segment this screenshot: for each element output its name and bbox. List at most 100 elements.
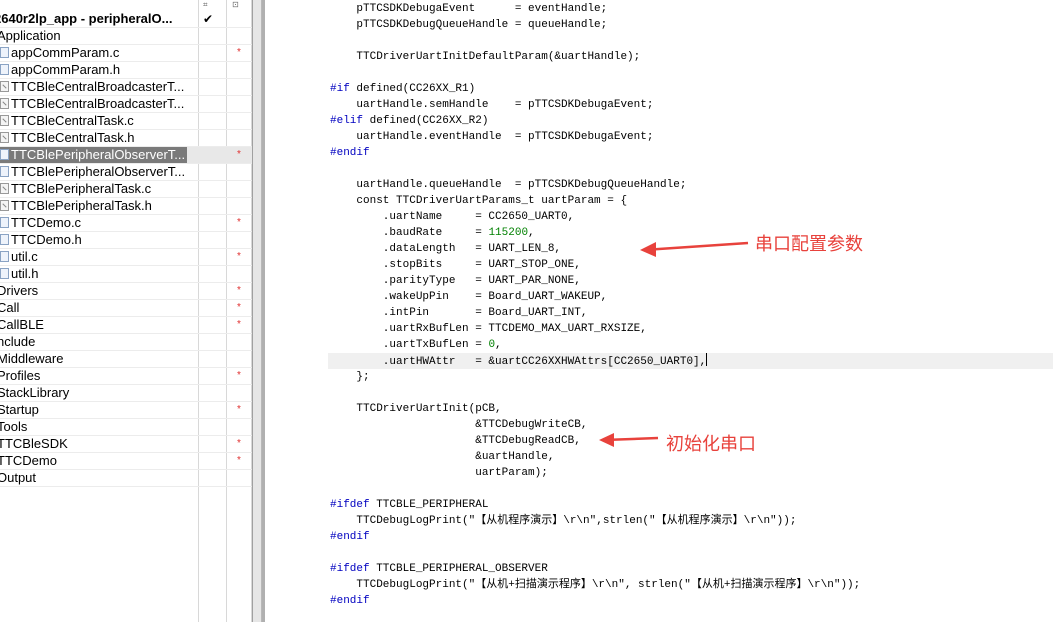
code-line[interactable]: 282#endif <box>328 529 1053 545</box>
code-line[interactable]: 268 .intPin = Board_UART_INT, <box>328 305 1053 321</box>
tree-row[interactable]: TTCBlePeripheralTask.c <box>0 181 252 198</box>
splitter[interactable] <box>252 0 262 622</box>
tree-row[interactable]: util.c * <box>0 249 252 266</box>
code-text: .uartRxBufLen = TTCDEMO_MAX_UART_RXSIZE, <box>330 323 647 335</box>
tree-row[interactable]: TTCBleCentralTask.c <box>0 113 252 130</box>
code-text: .parityType = UART_PAR_NONE, <box>330 275 581 287</box>
code-line[interactable]: 251 <box>328 33 1053 49</box>
file-icon <box>0 166 9 177</box>
tree-row[interactable]: TTCBleCentralTask.h <box>0 130 252 147</box>
code-line[interactable]: 285 TTCDebugLogPrint("【从机+扫描演示程序】\r\n", … <box>328 577 1053 593</box>
tree-row[interactable]: TTCBlePeripheralTask.h <box>0 198 252 215</box>
tree-row-text: Drivers <box>0 283 39 298</box>
code-line[interactable]: 286#endif <box>328 593 1053 609</box>
tree-row[interactable]: TTCBlePeripheralObserverT... <box>0 164 252 181</box>
code-line[interactable]: 278 uartParam); <box>328 465 1053 481</box>
code-text: &uartHandle, <box>330 451 555 463</box>
tree-row-label: StackLibrary <box>0 385 71 401</box>
tree-row[interactable]: Drivers * <box>0 283 252 300</box>
tree-row-text: TTCDemo <box>0 453 57 468</box>
code-line[interactable]: 266 .parityType = UART_PAR_NONE, <box>328 273 1053 289</box>
code-line[interactable]: 260 uartHandle.queueHandle = pTTCSDKDebu… <box>328 177 1053 193</box>
code-line[interactable]: 284#ifdef TTCBLE_PERIPHERAL_OBSERVER <box>328 561 1053 577</box>
code-line[interactable]: 256#elif defined(CC26XX_R2) <box>328 113 1053 129</box>
tree-row-label: TTCDemo <box>0 453 59 469</box>
code-line[interactable]: 252 TTCDriverUartInitDefaultParam(&uartH… <box>328 49 1053 65</box>
tree-row[interactable]: StackLibrary <box>0 385 252 402</box>
code-text: .uartTxBufLen = 0, <box>330 339 502 351</box>
tree-row[interactable]: 2640r2lp_app - peripheralO... ✔ <box>0 11 252 28</box>
code-editor[interactable]: 249 pTTCSDKDebugaEvent = eventHandle;250… <box>328 0 1053 622</box>
code-line[interactable]: 271 .uartHWAttr = &uartCC26XXHWAttrs[CC2… <box>328 353 1053 369</box>
code-line[interactable]: 261 const TTCDriverUartParams_t uartPara… <box>328 193 1053 209</box>
code-line[interactable]: 279 <box>328 481 1053 497</box>
modified-marker: * <box>237 370 241 381</box>
tree-row[interactable]: appCommParam.c * <box>0 45 252 62</box>
tree-row[interactable]: Middleware <box>0 351 252 368</box>
code-line[interactable]: 255 uartHandle.semHandle = pTTCSDKDebuga… <box>328 97 1053 113</box>
code-line[interactable]: 258#endif <box>328 145 1053 161</box>
tree-row[interactable]: nclude <box>0 334 252 351</box>
code-text: .stopBits = UART_STOP_ONE, <box>330 259 581 271</box>
tree-row[interactable]: util.h <box>0 266 252 283</box>
file-icon <box>0 268 9 279</box>
code-line[interactable]: 249 pTTCSDKDebugaEvent = eventHandle; <box>328 1 1053 17</box>
tree-row-text: appCommParam.h <box>11 62 121 77</box>
code-line[interactable]: 281 TTCDebugLogPrint("【从机程序演示】\r\n",strl… <box>328 513 1053 529</box>
code-line[interactable]: 280#ifdef TTCBLE_PERIPHERAL <box>328 497 1053 513</box>
tree-row-label: 2640r2lp_app - peripheralO... <box>0 11 174 27</box>
code-line[interactable]: 267 .wakeUpPin = Board_UART_WAKEUP, <box>328 289 1053 305</box>
tree-row-label: util.c <box>0 249 40 265</box>
files-icon[interactable]: ⌗ <box>203 0 208 10</box>
code-line[interactable]: 270 .uartTxBufLen = 0, <box>328 337 1053 353</box>
code-text: #ifdef TTCBLE_PERIPHERAL_OBSERVER <box>330 563 548 575</box>
tree-row-text: TTCBlePeripheralObserverT... <box>11 147 186 162</box>
code-line[interactable]: 272 }; <box>328 369 1053 385</box>
code-text: .uartName = CC2650_UART0, <box>330 211 575 223</box>
code-text: #endif <box>330 531 370 543</box>
tree-row[interactable]: Application <box>0 28 252 45</box>
code-line[interactable]: 274 TTCDriverUartInit(pCB, <box>328 401 1053 417</box>
modified-marker: * <box>237 438 241 449</box>
tree-row[interactable]: CallBLE * <box>0 317 252 334</box>
tree-row[interactable]: TTCDemo.c * <box>0 215 252 232</box>
code-line[interactable]: 250 pTTCSDKDebugQueueHandle = queueHandl… <box>328 17 1053 33</box>
tree-row[interactable]: appCommParam.h <box>0 62 252 79</box>
tree-row-text: TTCDemo.c <box>11 215 82 230</box>
tree-row-text: TTCDemo.h <box>11 232 82 247</box>
code-line[interactable]: 262 .uartName = CC2650_UART0, <box>328 209 1053 225</box>
tree-row-text: TTCBlePeripheralObserverT... <box>11 164 186 179</box>
code-line[interactable]: 259 <box>328 161 1053 177</box>
tree-row[interactable]: TTCDemo.h <box>0 232 252 249</box>
tree-row[interactable]: Tools <box>0 419 252 436</box>
tree-row[interactable]: Output <box>0 470 252 487</box>
tree-row[interactable]: TTCBleCentralBroadcasterT... <box>0 79 252 96</box>
code-text: pTTCSDKDebugaEvent = eventHandle; <box>330 3 608 15</box>
tree-row[interactable]: Profiles * <box>0 368 252 385</box>
code-line[interactable]: 283 <box>328 545 1053 561</box>
excluded-file-icon <box>0 81 9 92</box>
code-line[interactable]: 269 .uartRxBufLen = TTCDEMO_MAX_UART_RXS… <box>328 321 1053 337</box>
options-icon[interactable]: ⊡ <box>232 0 239 9</box>
code-line[interactable]: 273 <box>328 385 1053 401</box>
code-text: #endif <box>330 595 370 607</box>
tree-row[interactable]: Startup * <box>0 402 252 419</box>
tree-row[interactable]: TTCBleSDK * <box>0 436 252 453</box>
file-icon <box>0 234 9 245</box>
code-line[interactable]: 253 <box>328 65 1053 81</box>
modified-marker: * <box>237 455 241 466</box>
tree-row[interactable]: TTCBlePeripheralObserverT... * <box>0 147 252 164</box>
tree-row[interactable]: Call * <box>0 300 252 317</box>
tree-row-text: Profiles <box>0 368 41 383</box>
tree-row-label: util.h <box>0 266 40 282</box>
tree-row[interactable]: TTCDemo * <box>0 453 252 470</box>
tree-row-label: TTCBlePeripheralObserverT... <box>0 147 188 163</box>
tree-row-label: TTCBleSDK <box>0 436 70 452</box>
code-text: .wakeUpPin = Board_UART_WAKEUP, <box>330 291 608 303</box>
tree-row[interactable]: TTCBleCentralBroadcasterT... <box>0 96 252 113</box>
tree-row-text: TTCBlePeripheralTask.h <box>11 198 152 213</box>
tree-row-label: TTCDemo.c <box>0 215 83 231</box>
code-line[interactable]: 287 <box>328 609 1053 622</box>
code-line[interactable]: 254#if defined(CC26XX_R1) <box>328 81 1053 97</box>
code-line[interactable]: 257 uartHandle.eventHandle = pTTCSDKDebu… <box>328 129 1053 145</box>
